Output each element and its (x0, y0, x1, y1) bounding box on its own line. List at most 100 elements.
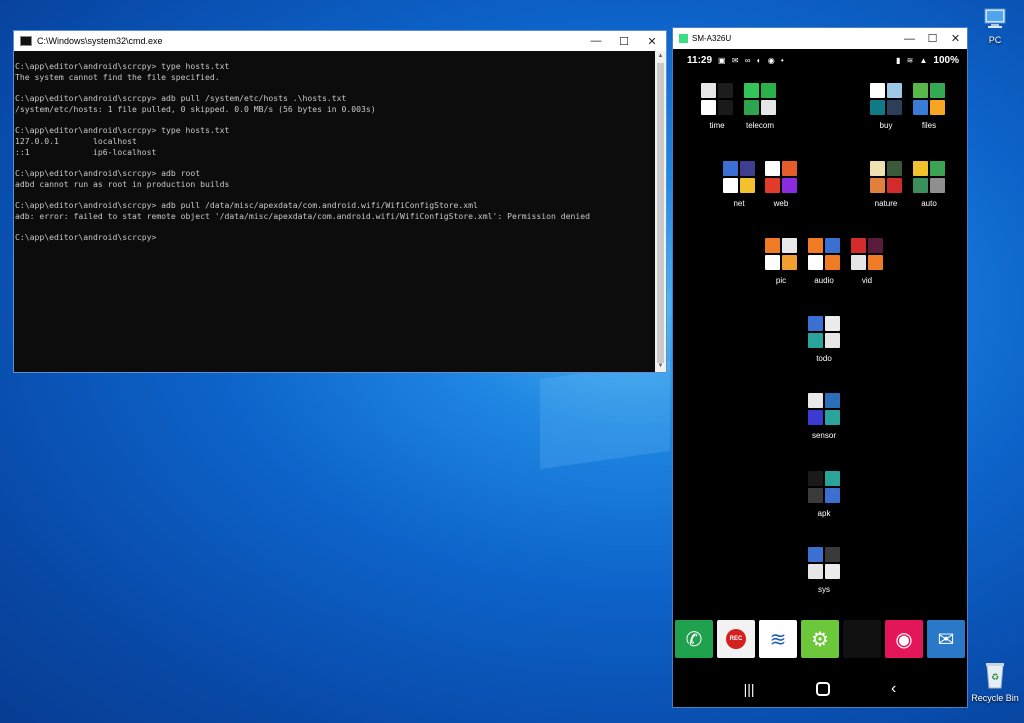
folder-label: files (921, 121, 937, 130)
svg-text:♻: ♻ (991, 673, 999, 683)
folder-net[interactable]: net (719, 161, 759, 208)
console-line: C:\app\editor\android\scrcpy> adb root (15, 168, 201, 179)
folder-preview (870, 161, 902, 193)
folder-apk[interactable]: apk (804, 471, 844, 518)
minimize-button[interactable]: — (582, 31, 610, 51)
close-button[interactable]: ✕ (638, 31, 666, 51)
scrollbar-thumb[interactable] (657, 63, 664, 363)
scroll-down-arrow-icon[interactable]: ▼ (655, 361, 666, 372)
console-output[interactable]: C:\app\editor\android\scrcpy> type hosts… (14, 51, 655, 372)
minimize-button[interactable]: — (898, 29, 921, 49)
console-line: /system/etc/hosts: 1 file pulled, 0 skip… (15, 103, 376, 114)
folder-preview (808, 393, 840, 425)
app-icon (808, 238, 823, 253)
wifi-icon: ≋ (769, 628, 787, 651)
folder-telecom[interactable]: telecom (740, 83, 780, 130)
app-icon (825, 393, 840, 408)
app-icon (851, 238, 866, 253)
app-icon (913, 178, 928, 193)
messages-app[interactable]: ✉ (927, 620, 965, 658)
console-line: adb: error: failed to stat remote object… (15, 210, 590, 221)
recycle-bin-icon: ♻ (986, 663, 1004, 689)
app-icon (808, 488, 823, 503)
maximize-button[interactable]: ☐ (921, 29, 944, 49)
app-icon (761, 100, 776, 115)
folder-label: audio (814, 276, 834, 285)
app-icon (825, 333, 840, 348)
app-icon (825, 255, 840, 270)
folder-vid[interactable]: vid (847, 238, 887, 285)
desktop-icon-pc[interactable]: PC (970, 6, 1020, 45)
app-icon (765, 178, 780, 193)
folder-preview (765, 238, 797, 270)
app-icon (782, 178, 797, 193)
home-icon[interactable] (815, 682, 830, 696)
folder-time[interactable]: time (697, 83, 737, 130)
folder-nature[interactable]: nature (866, 161, 906, 208)
folder-label: web (773, 199, 789, 208)
camera-app[interactable]: ◉ (885, 620, 923, 658)
settings-app[interactable]: ⚙ (801, 620, 839, 658)
scroll-up-arrow-icon[interactable]: ▲ (655, 51, 666, 62)
folder-sensor[interactable]: sensor (804, 393, 844, 440)
folder-label: sensor (811, 431, 836, 440)
folder-buy[interactable]: buy (866, 83, 906, 130)
folder-preview (723, 161, 755, 193)
app-icon (782, 161, 797, 176)
wifi-app[interactable]: ≋ (759, 620, 797, 658)
app-icon (870, 178, 885, 193)
app-icon (887, 83, 902, 98)
app-icon (808, 471, 823, 486)
console-line: C:\app\editor\android\scrcpy> type hosts… (15, 125, 230, 136)
scrcpy-titlebar[interactable]: SM-A326U — ☐ ✕ (673, 28, 967, 49)
folder-sys[interactable]: sys (804, 547, 844, 594)
cmd-titlebar[interactable]: C:\Windows\system32\cmd.exe — ☐ ✕ (14, 31, 666, 51)
app-icon (887, 100, 902, 115)
folder-web[interactable]: web (761, 161, 801, 208)
app-icon (825, 316, 840, 331)
cmd-icon (20, 36, 32, 46)
notification-icons: ▣ ✉ ∞ ◐ ◉ • (718, 55, 786, 65)
status-time: 11:29 (687, 54, 713, 66)
app-icon (765, 238, 780, 253)
folder-files[interactable]: files (909, 83, 949, 130)
rec-app[interactable]: REC (717, 620, 755, 658)
folder-todo[interactable]: todo (804, 316, 844, 363)
app-icon (868, 255, 883, 270)
desktop-icon-recycle-bin[interactable]: ♻ Recycle Bin (970, 660, 1020, 703)
app-icon (825, 564, 840, 579)
folder-label: auto (921, 199, 937, 208)
tools-folder[interactable] (843, 620, 881, 658)
cmd-window[interactable]: C:\Windows\system32\cmd.exe — ☐ ✕ C:\app… (13, 30, 667, 373)
app-icon (744, 83, 759, 98)
scrcpy-icon (679, 34, 688, 43)
app-dock: ✆ REC ≋ ⚙ ◉ ✉ (675, 620, 965, 658)
console-line: adbd cannot run as root in production bu… (15, 178, 230, 189)
app-icon (913, 83, 928, 98)
wallpaper-light-beam (540, 360, 670, 470)
app-icon (887, 178, 902, 193)
phone-app[interactable]: ✆ (675, 620, 713, 658)
desktop: PC ♻ Recycle Bin C:\Windows\system32\cmd… (0, 0, 1024, 723)
app-icon (808, 564, 823, 579)
folder-auto[interactable]: auto (909, 161, 949, 208)
maximize-button[interactable]: ☐ (610, 31, 638, 51)
app-icon (782, 255, 797, 270)
settings-icon: ⚙ (811, 628, 829, 651)
folder-audio[interactable]: audio (804, 238, 844, 285)
camera-icon: ◉ (895, 628, 913, 651)
android-status-bar: 11:29 ▣ ✉ ∞ ◐ ◉ • ▮ ≋ ▲ 100% (673, 49, 967, 71)
cmd-scrollbar[interactable]: ▲ ▼ (655, 51, 666, 372)
folder-preview (851, 238, 883, 270)
folder-label: sys (818, 585, 830, 594)
app-icon (808, 333, 823, 348)
close-button[interactable]: ✕ (944, 29, 967, 49)
recent-apps-icon[interactable]: ||| (744, 681, 755, 697)
app-icon (930, 178, 945, 193)
scrcpy-window[interactable]: SM-A326U — ☐ ✕ 11:29 ▣ ✉ ∞ ◐ ◉ • ▮ ≋ ▲ 1… (672, 27, 968, 708)
app-icon (744, 100, 759, 115)
back-icon[interactable]: ‹ (891, 680, 896, 698)
folder-pic[interactable]: pic (761, 238, 801, 285)
desktop-icon-label: Recycle Bin (971, 693, 1019, 703)
